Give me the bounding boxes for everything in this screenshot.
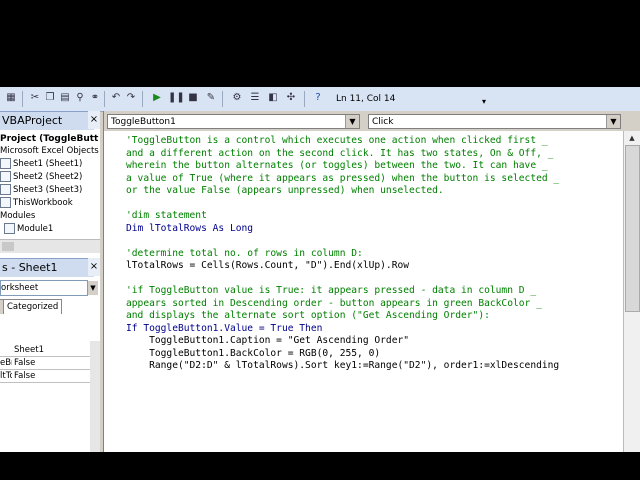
video-frame: { "toolbar": { "status": "Ln 11, Col 14"… — [0, 0, 640, 480]
code-line: and displays the alternate sort option (… — [126, 310, 490, 321]
undo-icon[interactable]: ↶ — [109, 91, 123, 105]
excel-objects-folder[interactable]: Microsoft Excel Objects — [0, 145, 99, 157]
tab-categorized[interactable]: Categorized — [3, 299, 63, 314]
property-row[interactable]: Sheet1 — [0, 344, 90, 357]
run-icon[interactable]: ▶ — [150, 91, 164, 105]
workbook-icon — [0, 197, 11, 208]
help-icon[interactable]: ? — [311, 91, 325, 105]
modules-folder[interactable]: Modules — [0, 210, 35, 222]
tree-item-sheet3[interactable]: Sheet3 (Sheet3) — [0, 184, 82, 196]
redo-icon[interactable]: ↷ — [124, 91, 138, 105]
tree-item-sheet2[interactable]: Sheet2 (Sheet2) — [0, 171, 82, 183]
sheet-icon — [0, 184, 11, 195]
find-icon[interactable]: ⚲ — [73, 91, 87, 105]
code-window-header: ToggleButton1 ▼ Click ▼ — [104, 111, 640, 131]
cursor-position: Ln 11, Col 14 — [332, 91, 486, 107]
sheet-icon — [0, 158, 11, 169]
paste-icon[interactable]: ▤ — [58, 91, 72, 105]
close-icon[interactable]: × — [88, 111, 100, 129]
object-browser-icon[interactable]: ◧ — [266, 91, 280, 105]
module-icon — [4, 223, 15, 234]
code-line: lTotalRows = Cells(Rows.Count, "D").End(… — [126, 260, 410, 271]
code-line: Dim lTotalRows As Long — [126, 222, 254, 234]
code-line: 'determine total no. of rows in column D… — [126, 247, 363, 259]
code-line: Range("D2:D" & lTotalRows).Sort key1:=Ra… — [126, 360, 560, 371]
code-line: a value of True (where it appears as pre… — [126, 172, 560, 184]
code-line: If ToggleButton1.Value = True Then — [126, 322, 323, 334]
properties-icon[interactable]: ☰ — [248, 91, 262, 105]
code-line: 'dim statement — [126, 210, 207, 221]
reset-icon[interactable]: ■ — [186, 91, 200, 105]
code-line: 'ToggleButton is a control which execute… — [126, 135, 548, 146]
code-line: or the value False (appears unpressed) w… — [126, 185, 444, 196]
properties-vscrollbar[interactable] — [90, 341, 100, 452]
chevron-down-icon[interactable]: ▼ — [88, 281, 98, 295]
code-line: ToggleButton1.Caption = "Get Ascending O… — [126, 335, 410, 346]
code-editor[interactable]: 'ToggleButton is a control which execute… — [104, 131, 624, 452]
object-select[interactable]: ToggleButton1 ▼ — [107, 114, 360, 129]
project-hscrollbar[interactable] — [0, 239, 100, 253]
scroll-thumb[interactable] — [2, 242, 14, 251]
left-panes: VBAProject × Project (ToggleButt Microso… — [0, 111, 100, 452]
properties-object-select[interactable]: orksheet — [0, 280, 88, 296]
toolbar-options-icon[interactable]: ▾ — [482, 97, 486, 106]
chevron-down-icon[interactable]: ▼ — [606, 115, 620, 128]
toolbox-icon[interactable]: ✣ — [284, 91, 298, 105]
tree-item-sheet1[interactable]: Sheet1 (Sheet1) — [0, 158, 82, 170]
code-line: wherein the button alternates (or toggle… — [126, 160, 548, 171]
property-row[interactable]: ltTo False — [0, 370, 90, 383]
code-line: ToggleButton1.BackColor = RGB(0, 255, 0) — [126, 347, 381, 359]
cut-icon[interactable]: ✂ — [28, 91, 42, 105]
properties-pane-title: s - Sheet1 — [0, 258, 94, 277]
code-line: and a different action on the second cli… — [126, 147, 554, 159]
design-mode-icon[interactable]: ✎ — [204, 91, 218, 105]
code-window: ToggleButton1 ▼ Click ▼ 'ToggleButton is… — [103, 111, 640, 452]
break-icon[interactable]: ❚❚ — [168, 91, 185, 105]
property-row[interactable]: eBre False — [0, 357, 90, 370]
code-line: appears sorted in Descending order - but… — [126, 297, 542, 309]
project-pane-title: VBAProject — [0, 111, 94, 130]
sheet-icon — [0, 171, 11, 182]
tree-item-thisworkbook[interactable]: ThisWorkbook — [0, 197, 73, 209]
project-root[interactable]: Project (ToggleButt — [0, 133, 98, 145]
standard-toolbar: ▦ ✂ ❐ ▤ ⚲ ⚭ ↶ ↷ ▶ ❚❚ ■ ✎ ⚙ ☰ ◧ ✣ ? Ln 11… — [0, 87, 640, 112]
find-next-icon[interactable]: ⚭ — [88, 91, 102, 105]
chevron-down-icon[interactable]: ▼ — [345, 115, 359, 128]
code-vscrollbar[interactable]: ▲ — [623, 131, 640, 452]
project-explorer-icon[interactable]: ⚙ — [230, 91, 244, 105]
scroll-thumb[interactable] — [625, 145, 640, 312]
code-line: 'if ToggleButton value is True: it appea… — [126, 285, 537, 296]
view-excel-icon[interactable]: ▦ — [4, 91, 18, 105]
close-icon[interactable]: × — [88, 258, 100, 276]
scroll-up-icon[interactable]: ▲ — [624, 131, 640, 145]
copy-icon[interactable]: ❐ — [43, 91, 57, 105]
procedure-select[interactable]: Click ▼ — [368, 114, 621, 129]
tree-item-module1[interactable]: Module1 — [4, 223, 53, 235]
vba-editor: ▦ ✂ ❐ ▤ ⚲ ⚭ ↶ ↷ ▶ ❚❚ ■ ✎ ⚙ ☰ ◧ ✣ ? Ln 11… — [0, 87, 640, 452]
